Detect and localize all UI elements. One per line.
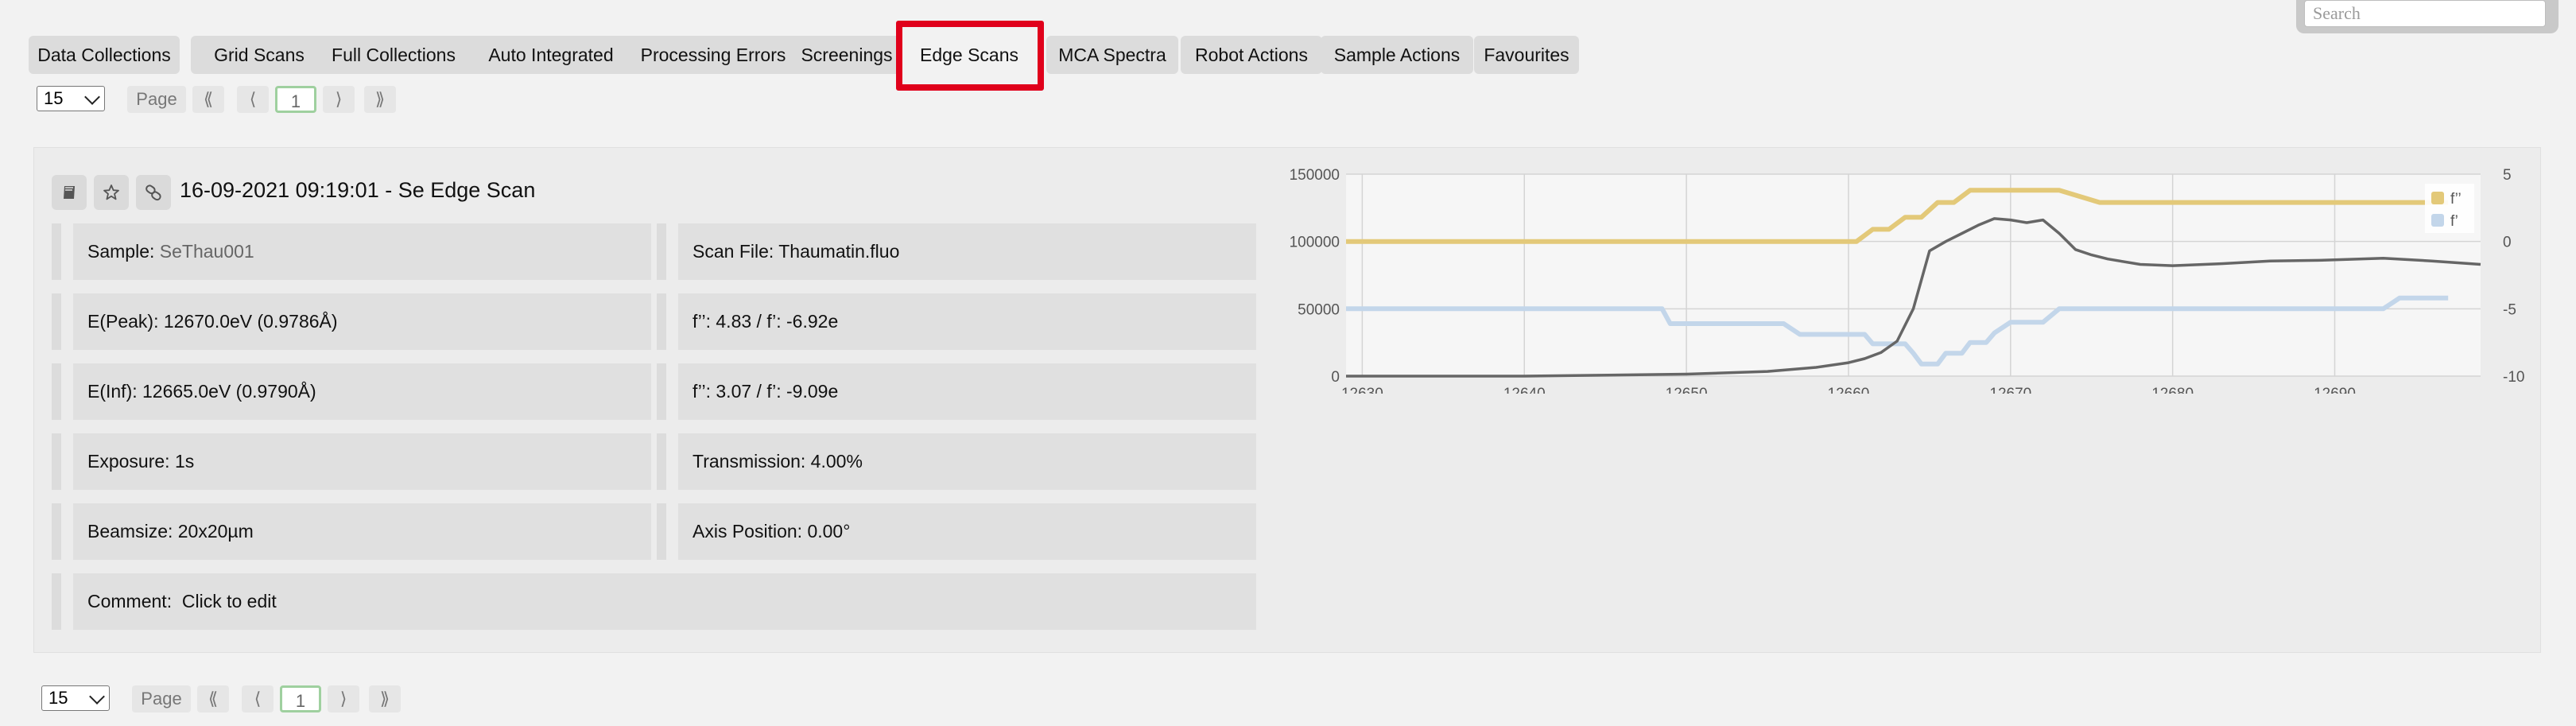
tab-data-collections[interactable]: Data Collections [29,36,180,74]
tab-mca-spectra[interactable]: MCA Spectra [1046,36,1178,74]
beamsize-field: Beamsize: 20x20µm [73,503,651,560]
first-page-button[interactable]: ⟪ [197,685,229,712]
edge-scan-chart: 12630 12640 12650 12660 12670 12680 12690 0 5000… [1290,167,2525,394]
chevron-down-icon [89,689,105,705]
prev-page-button[interactable]: ⟨ [242,685,274,712]
x-tick-label: 12660 [1828,386,1870,394]
logbook-icon [64,186,75,199]
tab-auto-integrated[interactable]: Auto Integrated [465,36,637,74]
row-marker [657,223,666,280]
tab-sample-actions[interactable]: Sample Actions [1321,36,1473,74]
fpp-inf-field: f’’: 3.07 / f’: -9.09e [678,363,1256,420]
transmission-field: Transmission: 4.00% [678,433,1256,490]
row-marker [657,293,666,350]
row-marker [657,503,666,560]
per-page-value: 15 [48,688,68,708]
y-right-tick-label: -10 [2503,369,2524,386]
comment-field: Comment: Click to edit [73,573,1256,630]
sample-link[interactable]: SeThau001 [160,241,254,262]
first-page-button[interactable]: ⟪ [192,86,224,113]
tab-full-collections[interactable]: Full Collections [312,36,475,74]
y-right-tick-label: 0 [2503,235,2512,251]
comment-editable[interactable]: Click to edit [182,591,277,611]
y-right-tick-label: 5 [2503,167,2512,184]
current-page-button[interactable]: 1 [280,685,321,712]
favourite-button[interactable] [94,175,129,210]
row-marker [52,573,61,630]
tab-robot-actions[interactable]: Robot Actions [1181,36,1322,74]
chart-legend: f’’ f’ [2425,184,2474,233]
scan-title: 16-09-2021 09:19:01 - Se Edge Scan [180,178,536,202]
scan-file-field: Scan File: Thaumatin.fluo [678,223,1256,280]
y-left-tick-label: 0 [1331,369,1340,386]
y-left-tick-label: 100000 [1290,235,1340,251]
tab-processing-errors[interactable]: Processing Errors [620,36,806,74]
x-tick-label: 12690 [2314,386,2356,394]
x-tick-label: 12640 [1503,386,1546,394]
logbook-button[interactable] [52,175,87,210]
y-left-tick-label: 150000 [1290,167,1340,184]
x-tick-label: 12680 [2151,386,2194,394]
tab-screenings[interactable]: Screenings [792,36,902,74]
link-icon [145,184,161,201]
row-marker [52,503,61,560]
tab-grid-scans[interactable]: Grid Scans [191,36,328,74]
row-marker [52,433,61,490]
comment-label: Comment: [87,591,173,611]
prev-page-button[interactable]: ⟨ [237,86,269,113]
row-marker [52,293,61,350]
row-marker [657,363,666,420]
row-marker [52,223,61,280]
page-label: Page [132,685,191,712]
star-icon [103,184,119,200]
sample-field: Sample: SeThau001 [73,223,651,280]
last-page-button[interactable]: ⟫ [364,86,396,113]
legend-swatch [2431,192,2444,204]
search-container [2296,0,2559,33]
exposure-field: Exposure: 1s [73,433,651,490]
permalink-button[interactable] [136,175,171,210]
x-tick-label: 12670 [1989,386,2031,394]
search-input[interactable] [2304,0,2546,27]
epeak-field: E(Peak): 12670.0eV (0.9786Å) [73,293,651,350]
tab-favourites[interactable]: Favourites [1474,36,1579,74]
next-page-button[interactable]: ⟩ [323,86,355,113]
per-page-select[interactable]: 15 [37,86,105,111]
next-page-button[interactable]: ⟩ [328,685,359,712]
x-tick-label: 12650 [1666,386,1708,394]
y-left-tick-label: 50000 [1298,301,1340,318]
fpp-peak-field: f’’: 4.83 / f’: -6.92e [678,293,1256,350]
sample-label: Sample: [87,241,155,262]
page-label: Page [127,86,186,113]
tab-edge-scans[interactable]: Edge Scans [910,36,1029,74]
last-page-button[interactable]: ⟫ [369,685,401,712]
x-tick-label: 12630 [1341,386,1383,394]
current-page-button[interactable]: 1 [275,86,316,113]
legend-swatch [2431,214,2444,227]
legend-label: f’’ [2450,191,2462,208]
y-right-tick-label: -5 [2503,301,2516,318]
axis-position-field: Axis Position: 0.00° [678,503,1256,560]
legend-label: f’ [2450,213,2458,230]
einf-field: E(Inf): 12665.0eV (0.9790Å) [73,363,651,420]
per-page-select[interactable]: 15 [41,685,110,711]
per-page-value: 15 [44,88,64,108]
row-marker [657,433,666,490]
row-marker [52,363,61,420]
chevron-down-icon [84,89,100,105]
